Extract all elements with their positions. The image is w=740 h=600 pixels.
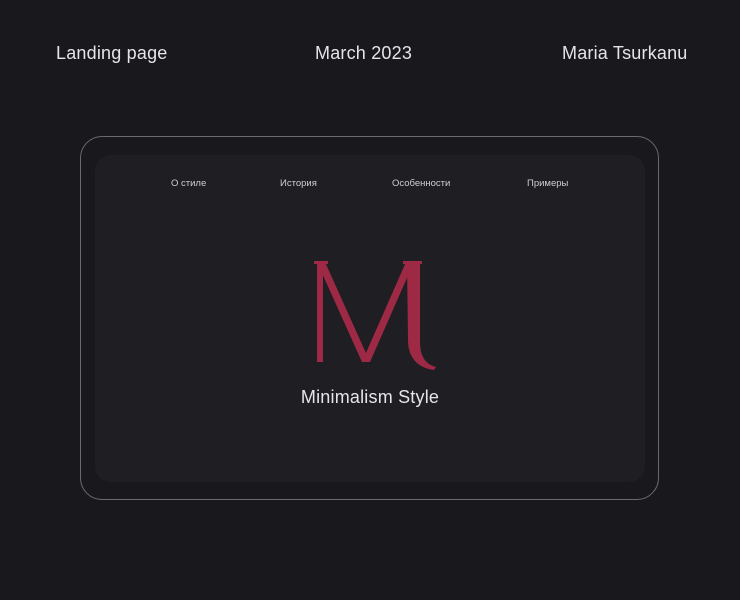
nav-item-about-style[interactable]: О стиле — [171, 178, 206, 189]
header-left-label: Landing page — [56, 43, 168, 63]
header-author-label: Maria Tsurkanu — [562, 43, 688, 63]
nav-item-features[interactable]: Особенности — [392, 178, 450, 189]
header-date-label: March 2023 — [315, 43, 413, 63]
nav-item-examples[interactable]: Примеры — [527, 178, 568, 189]
letter-m-logo-icon — [314, 261, 436, 370]
hero-caption: Minimalism Style — [300, 387, 440, 407]
nav-item-history[interactable]: История — [280, 178, 317, 189]
